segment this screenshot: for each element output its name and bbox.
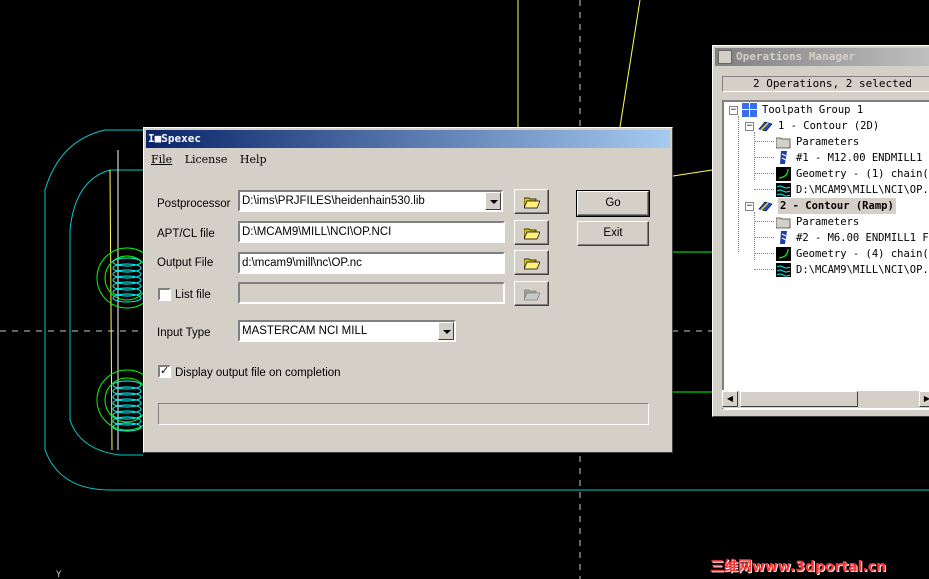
tree-op1-tool-label: #1 - M12.00 ENDMILL1 <box>796 152 923 164</box>
aptcl-browse-button[interactable] <box>514 220 549 245</box>
dialog-title: I■Spexec <box>148 132 201 145</box>
postprocessor-value: D:\ims\PRJFILES\heidenhain530.lib <box>242 195 425 207</box>
group-collapse-toggle[interactable]: − <box>729 106 738 115</box>
input-type-label: Input Type <box>157 327 211 339</box>
ops-manager-app-icon <box>718 50 732 64</box>
toolpath-group-icon <box>742 103 757 117</box>
geometry-chain-icon <box>776 167 791 181</box>
dialog-titlebar[interactable]: I■Spexec <box>146 130 670 148</box>
exit-button[interactable]: Exit <box>577 221 649 246</box>
tree-group-label: Toolpath Group 1 <box>762 104 864 116</box>
endmill-icon <box>776 231 791 245</box>
contour-op-icon <box>758 199 773 213</box>
operations-manager-title: Operations Manager <box>736 50 856 63</box>
contour-op-icon <box>758 119 773 133</box>
nci-file-icon <box>776 183 791 197</box>
output-file-input[interactable]: d:\mcam9\mill\nc\OP.nc <box>238 252 505 274</box>
folder-icon <box>775 215 791 229</box>
operations-status: 2 Operations, 2 selected <box>722 76 929 92</box>
output-file-label: Output File <box>157 257 214 269</box>
open-folder-icon <box>524 228 540 240</box>
tree-op2-geometry-label: Geometry - (4) chain( <box>796 248 929 260</box>
input-type-dropdown-icon[interactable] <box>438 322 454 340</box>
open-folder-disabled-icon <box>524 289 540 301</box>
postprocessor-dropdown-icon[interactable] <box>485 192 501 210</box>
tree-op1-label: 1 - Contour (2D) <box>778 120 880 132</box>
folder-icon <box>775 135 791 149</box>
display-output-label: Display output file on completion <box>175 367 341 379</box>
menu-license[interactable]: License <box>185 153 228 166</box>
tree-horizontal-scrollbar[interactable]: ◀ ▶ <box>722 390 929 408</box>
tree-op2-tool-label: #2 - M6.00 ENDMILL1 F <box>796 232 929 244</box>
output-browse-button[interactable] <box>514 250 549 275</box>
imspexec-dialog[interactable]: I■Spexec File License Help Postprocessor… <box>143 127 673 453</box>
list-file-label: List file <box>175 289 211 301</box>
watermark: 三维网www.3dportal.cn <box>710 559 887 575</box>
svg-text:Y: Y <box>56 570 62 579</box>
op1-collapse-toggle[interactable]: − <box>745 122 754 131</box>
list-file-input[interactable] <box>238 282 505 304</box>
scroll-left-icon[interactable]: ◀ <box>722 391 738 407</box>
scroll-right-icon[interactable]: ▶ <box>919 391 929 407</box>
op2-collapse-toggle[interactable]: − <box>745 202 754 211</box>
scroll-thumb[interactable] <box>740 391 858 407</box>
operations-tree[interactable]: − Toolpath Group 1 − 1 - Contour (2D) Pa… <box>722 100 929 410</box>
menu-help[interactable]: Help <box>240 153 267 166</box>
tree-op1-nci-label: D:\MCAM9\MILL\NCI\OP. <box>796 184 929 196</box>
tree-op1-parameters-label: Parameters <box>796 136 860 148</box>
geometry-chain-icon <box>776 247 791 261</box>
tree-op1-geometry-label: Geometry - (1) chain( <box>796 168 929 180</box>
postprocessor-browse-button[interactable] <box>514 189 549 214</box>
aptcl-input[interactable]: D:\MCAM9\MILL\NCI\OP.NCI <box>238 221 505 243</box>
endmill-icon <box>776 151 791 165</box>
postprocessor-label: Postprocessor <box>157 198 231 210</box>
display-output-checkbox[interactable]: ✓ <box>158 365 171 378</box>
menu-file[interactable]: File <box>151 153 172 166</box>
list-file-browse-button[interactable] <box>514 281 549 306</box>
postprocessor-combo[interactable]: D:\ims\PRJFILES\heidenhain530.lib <box>238 190 503 212</box>
operations-manager-titlebar[interactable]: Operations Manager <box>715 48 929 66</box>
aptcl-label: APT/CL file <box>157 228 215 240</box>
open-folder-icon <box>524 197 540 209</box>
progress-bar <box>158 403 649 425</box>
go-button[interactable]: Go <box>576 190 650 217</box>
open-folder-icon <box>524 258 540 270</box>
tree-op2-label: 2 - Contour (Ramp) <box>778 198 896 214</box>
menu-bar: File License Help <box>151 151 276 169</box>
nci-file-icon <box>776 263 791 277</box>
input-type-value: MASTERCAM NCI MILL <box>242 325 368 337</box>
tree-op2-nci-label: D:\MCAM9\MILL\NCI\OP. <box>796 264 929 276</box>
tree-op2-parameters-label: Parameters <box>796 216 860 228</box>
list-file-checkbox[interactable] <box>158 288 171 301</box>
operations-manager-window[interactable]: Operations Manager 2 Operations, 2 selec… <box>712 45 929 417</box>
input-type-select[interactable]: MASTERCAM NCI MILL <box>238 320 456 342</box>
